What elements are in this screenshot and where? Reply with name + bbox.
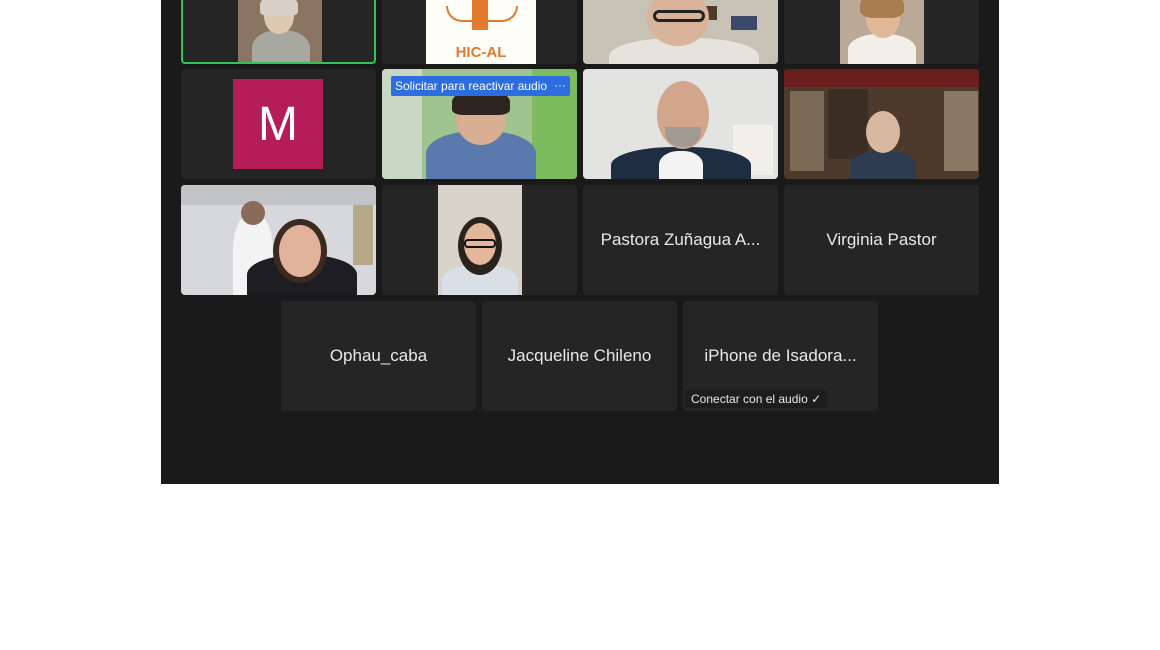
more-options-button[interactable]: ··· xyxy=(550,76,570,96)
participant-tile[interactable] xyxy=(181,185,376,295)
participant-tile[interactable]: iPhone de Isadora... Conectar con el aud… xyxy=(683,301,878,411)
request-unmute-button[interactable]: Solicitar para reactivar audio xyxy=(391,76,552,96)
participant-tile[interactable] xyxy=(382,185,577,295)
participant-avatar: M xyxy=(233,79,323,169)
participant-tile[interactable] xyxy=(583,0,778,64)
participant-tile-active-speaker[interactable] xyxy=(181,0,376,64)
participant-tile-avatar[interactable]: M xyxy=(181,69,376,179)
participant-tile[interactable] xyxy=(784,69,979,179)
participant-video xyxy=(583,69,778,179)
participant-video xyxy=(238,0,322,62)
participant-name: iPhone de Isadora... xyxy=(704,346,857,365)
participant-tile-muted[interactable]: Solicitar para reactivar audio ··· xyxy=(382,69,577,179)
participant-tile[interactable]: Pastora Zuñagua A... xyxy=(583,185,778,295)
participant-video xyxy=(438,185,522,295)
participant-video xyxy=(840,0,924,64)
participant-tile-hic-al[interactable]: HIC-AL xyxy=(382,0,577,64)
participant-video xyxy=(784,69,979,179)
meeting-gallery-view: HIC-AL M Solicitar para reactivar audio … xyxy=(161,0,999,484)
hic-al-logo-text: HIC-AL xyxy=(455,44,507,61)
connect-audio-label[interactable]: Conectar con el audio ✓ xyxy=(685,390,828,408)
participant-tile[interactable]: Ophau_caba xyxy=(281,301,476,411)
hic-al-logo: HIC-AL xyxy=(426,0,536,64)
participant-tile[interactable] xyxy=(583,69,778,179)
participant-tile[interactable]: Virginia Pastor xyxy=(784,185,979,295)
participant-video xyxy=(583,0,778,64)
participant-name: Jacqueline Chileno xyxy=(507,346,652,365)
participant-name: Ophau_caba xyxy=(329,346,428,365)
participant-name: Pastora Zuñagua A... xyxy=(600,230,761,249)
participant-tile[interactable]: Jacqueline Chileno xyxy=(482,301,677,411)
participant-name: Virginia Pastor xyxy=(826,230,937,249)
participant-video xyxy=(181,185,376,295)
participant-tile[interactable] xyxy=(784,0,979,64)
